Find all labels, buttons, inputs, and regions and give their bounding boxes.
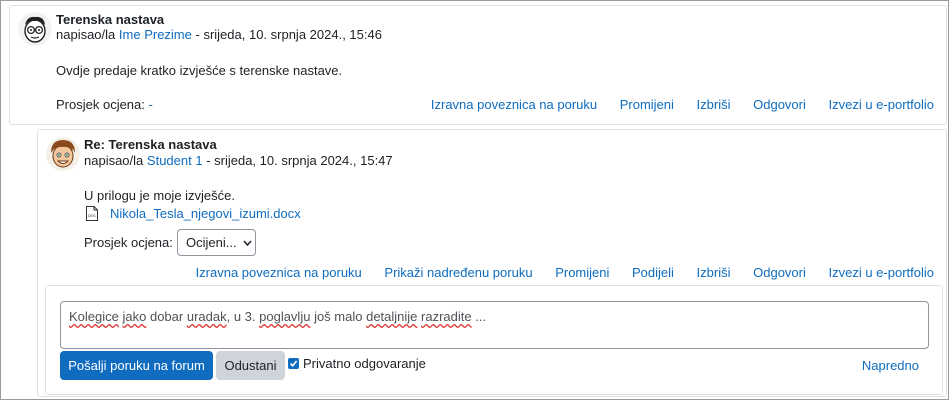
advanced-link[interactable]: Napredno bbox=[862, 358, 919, 373]
edit-link[interactable]: Promijeni bbox=[620, 97, 674, 112]
delete-link[interactable]: Izbriši bbox=[697, 265, 731, 280]
reply-text-part: Kolegice bbox=[69, 309, 119, 324]
byline-prefix: napisao/la bbox=[84, 153, 144, 168]
export-portfolio-link[interactable]: Izvezi u e-portfolio bbox=[829, 265, 935, 280]
reply-text-part: , u 3. bbox=[226, 309, 260, 324]
check-icon[interactable] bbox=[288, 358, 299, 369]
private-reply-label: Privatno odgovaranje bbox=[303, 356, 426, 371]
edit-link[interactable]: Promijeni bbox=[555, 265, 609, 280]
docx-file-icon: DOC bbox=[86, 206, 98, 221]
delete-link[interactable]: Izbriši bbox=[697, 97, 731, 112]
post-byline: napisao/la Ime Prezime - srijeda, 10. sr… bbox=[56, 27, 382, 42]
post-message: Ovdje predaje kratko izvješće s terenske… bbox=[56, 63, 343, 78]
reply-text-part: razradite bbox=[421, 309, 472, 324]
reply-text-part: dobar bbox=[146, 309, 187, 324]
byline-prefix: napisao/la bbox=[56, 27, 116, 42]
reply-textarea[interactable]: Kolegice jako dobar uradak, u 3. poglavl… bbox=[60, 301, 929, 349]
permalink-link[interactable]: Izravna poveznica na poruku bbox=[196, 265, 362, 280]
reply-link[interactable]: Odgovori bbox=[753, 97, 806, 112]
private-reply-toggle[interactable]: Privatno odgovaranje bbox=[288, 356, 426, 371]
svg-text:DOC: DOC bbox=[88, 214, 97, 218]
author-link[interactable]: Ime Prezime bbox=[119, 27, 192, 42]
rating-label: Prosjek ocjena: bbox=[84, 235, 173, 250]
reply-text-part: detaljnije bbox=[366, 309, 418, 324]
inline-reply-form: Kolegice jako dobar uradak, u 3. poglavl… bbox=[45, 285, 943, 395]
submit-button[interactable]: Pošalji poruku na forum bbox=[60, 351, 213, 380]
rating-select[interactable]: Ocijeni... bbox=[177, 229, 256, 256]
rating-summary: Prosjek ocjena: - bbox=[84, 235, 181, 250]
chevron-down-icon bbox=[243, 238, 252, 248]
cancel-button[interactable]: Odustani bbox=[216, 351, 285, 380]
post-commands: Izravna poveznica na poruku Prikaži nadr… bbox=[177, 265, 934, 280]
reply-text-part: poglavlju bbox=[259, 309, 311, 324]
reply-text-part: jako bbox=[122, 309, 147, 324]
attachment: DOC Nikola_Tesla_njegovi_izumi.docx bbox=[86, 206, 301, 221]
export-portfolio-link[interactable]: Izvezi u e-portfolio bbox=[829, 97, 935, 112]
post-message: U prilogu je moje izvješće. bbox=[84, 188, 236, 203]
post-date: - srijeda, 10. srpnja 2024., 15:46 bbox=[195, 27, 382, 42]
reply-text-part: ... bbox=[471, 309, 487, 324]
author-avatar[interactable] bbox=[46, 137, 80, 171]
post-subject: Terenska nastava bbox=[56, 12, 165, 27]
rating-value[interactable]: - bbox=[149, 97, 153, 112]
author-link[interactable]: Student 1 bbox=[147, 153, 203, 168]
reply-text-part: uradak bbox=[186, 309, 227, 324]
rating-summary: Prosjek ocjena: - bbox=[56, 97, 153, 112]
post-byline: napisao/la Student 1 - srijeda, 10. srpn… bbox=[84, 153, 393, 168]
forum-discussion: Terenska nastava napisao/la Ime Prezime … bbox=[0, 0, 949, 400]
rating-select-value: Ocijeni... bbox=[186, 235, 237, 250]
author-avatar[interactable] bbox=[18, 12, 52, 46]
avatar-icon bbox=[18, 12, 52, 46]
avatar-icon bbox=[46, 137, 80, 171]
post-subject: Re: Terenska nastava bbox=[84, 137, 217, 152]
post-commands: Izravna poveznica na poruku Promijeni Iz… bbox=[412, 97, 934, 112]
rating-label: Prosjek ocjena: bbox=[56, 97, 145, 112]
post-date: - srijeda, 10. srpnja 2024., 15:47 bbox=[206, 153, 393, 168]
reply-text-part: još malo bbox=[310, 309, 367, 324]
attachment-link[interactable]: Nikola_Tesla_njegovi_izumi.docx bbox=[110, 206, 301, 221]
permalink-link[interactable]: Izravna poveznica na poruku bbox=[431, 97, 597, 112]
reply-link[interactable]: Odgovori bbox=[753, 265, 806, 280]
share-link[interactable]: Podijeli bbox=[632, 265, 674, 280]
show-parent-link[interactable]: Prikaži nadređenu poruku bbox=[384, 265, 532, 280]
